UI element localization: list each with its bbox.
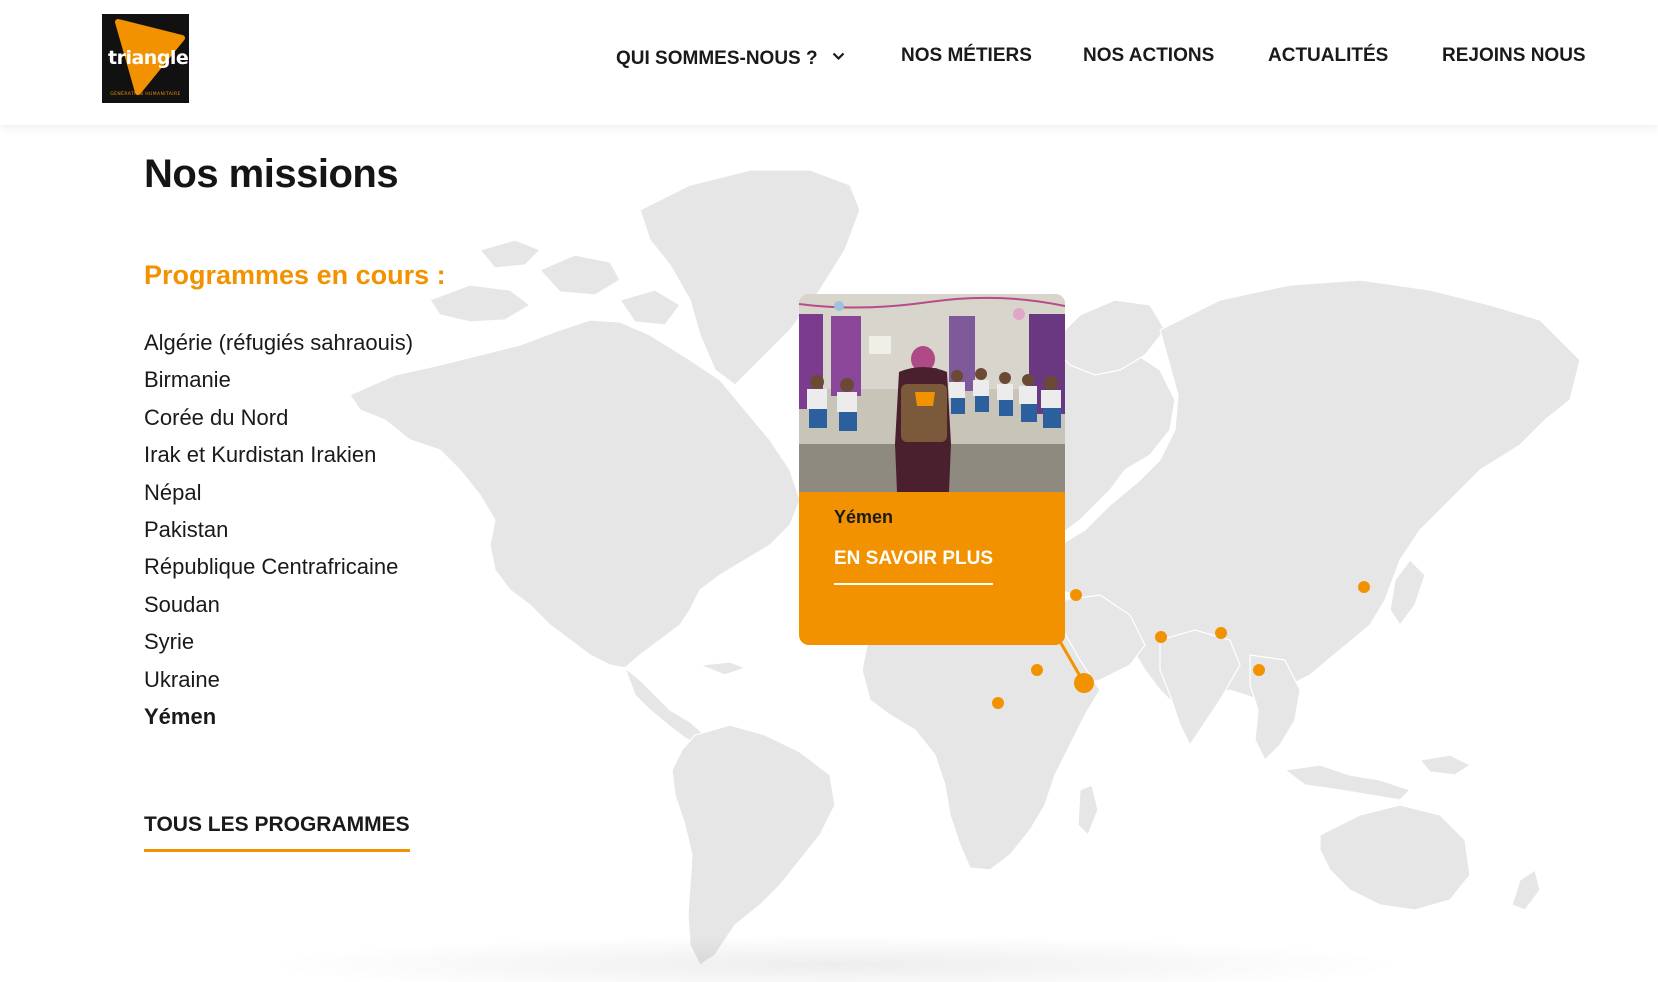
- programme-item[interactable]: Soudan: [144, 588, 413, 625]
- card-learn-more-link[interactable]: EN SAVOIR PLUS: [834, 548, 994, 585]
- map-marker-north-korea[interactable]: [1358, 581, 1370, 593]
- logo-tagline: GÉNÉRATION HUMANITAIRE: [110, 92, 181, 97]
- programme-item[interactable]: Syrie: [144, 625, 413, 662]
- mission-card[interactable]: Yémen EN SAVOIR PLUS: [799, 294, 1065, 645]
- map-marker-syria[interactable]: [1070, 589, 1082, 601]
- map-marker-yemen[interactable]: [1074, 673, 1094, 693]
- map-marker-birmanie[interactable]: [1253, 664, 1265, 676]
- programme-item[interactable]: Népal: [144, 476, 413, 513]
- nav-actualites[interactable]: ACTUALITÉS: [1268, 45, 1388, 67]
- nav-rejoins-nous[interactable]: REJOINS NOUS: [1442, 45, 1586, 67]
- nav-nos-metiers[interactable]: NOS MÉTIERS: [901, 45, 1032, 67]
- programmes-list: Algérie (réfugiés sahraouis) Birmanie Co…: [144, 326, 413, 737]
- nav-label: QUI SOMMES-NOUS ?: [616, 48, 818, 69]
- programme-item[interactable]: Algérie (réfugiés sahraouis): [144, 326, 413, 363]
- map-marker-centrafrique[interactable]: [992, 697, 1004, 709]
- programme-item[interactable]: Ukraine: [144, 663, 413, 700]
- site-header: triangle GÉNÉRATION HUMANITAIRE QUI SOMM…: [0, 0, 1658, 125]
- section-shadow: [260, 935, 1410, 982]
- programme-item[interactable]: Irak et Kurdistan Irakien: [144, 438, 413, 475]
- all-programmes-link[interactable]: TOUS LES PROGRAMMES: [144, 813, 410, 852]
- programme-item[interactable]: Corée du Nord: [144, 401, 413, 438]
- card-country: Yémen: [834, 507, 894, 527]
- map-marker-nepal[interactable]: [1215, 627, 1227, 639]
- programme-item[interactable]: Pakistan: [144, 513, 413, 550]
- programme-item-active[interactable]: Yémen: [144, 700, 413, 737]
- nav-nos-actions[interactable]: NOS ACTIONS: [1083, 45, 1214, 67]
- page-title: Nos missions: [144, 152, 399, 196]
- nav-qui-sommes-nous[interactable]: QUI SOMMES-NOUS ?: [616, 45, 845, 70]
- programme-item[interactable]: Birmanie: [144, 363, 413, 400]
- chevron-down-icon: [832, 45, 845, 67]
- mission-photo: [799, 294, 1065, 492]
- main-nav: QUI SOMMES-NOUS ? NOS MÉTIERS NOS ACTION…: [0, 45, 1658, 71]
- programme-item[interactable]: République Centrafricaine: [144, 550, 413, 587]
- map-marker-soudan[interactable]: [1031, 664, 1043, 676]
- programmes-subtitle: Programmes en cours :: [144, 260, 446, 290]
- map-marker-pakistan[interactable]: [1155, 631, 1167, 643]
